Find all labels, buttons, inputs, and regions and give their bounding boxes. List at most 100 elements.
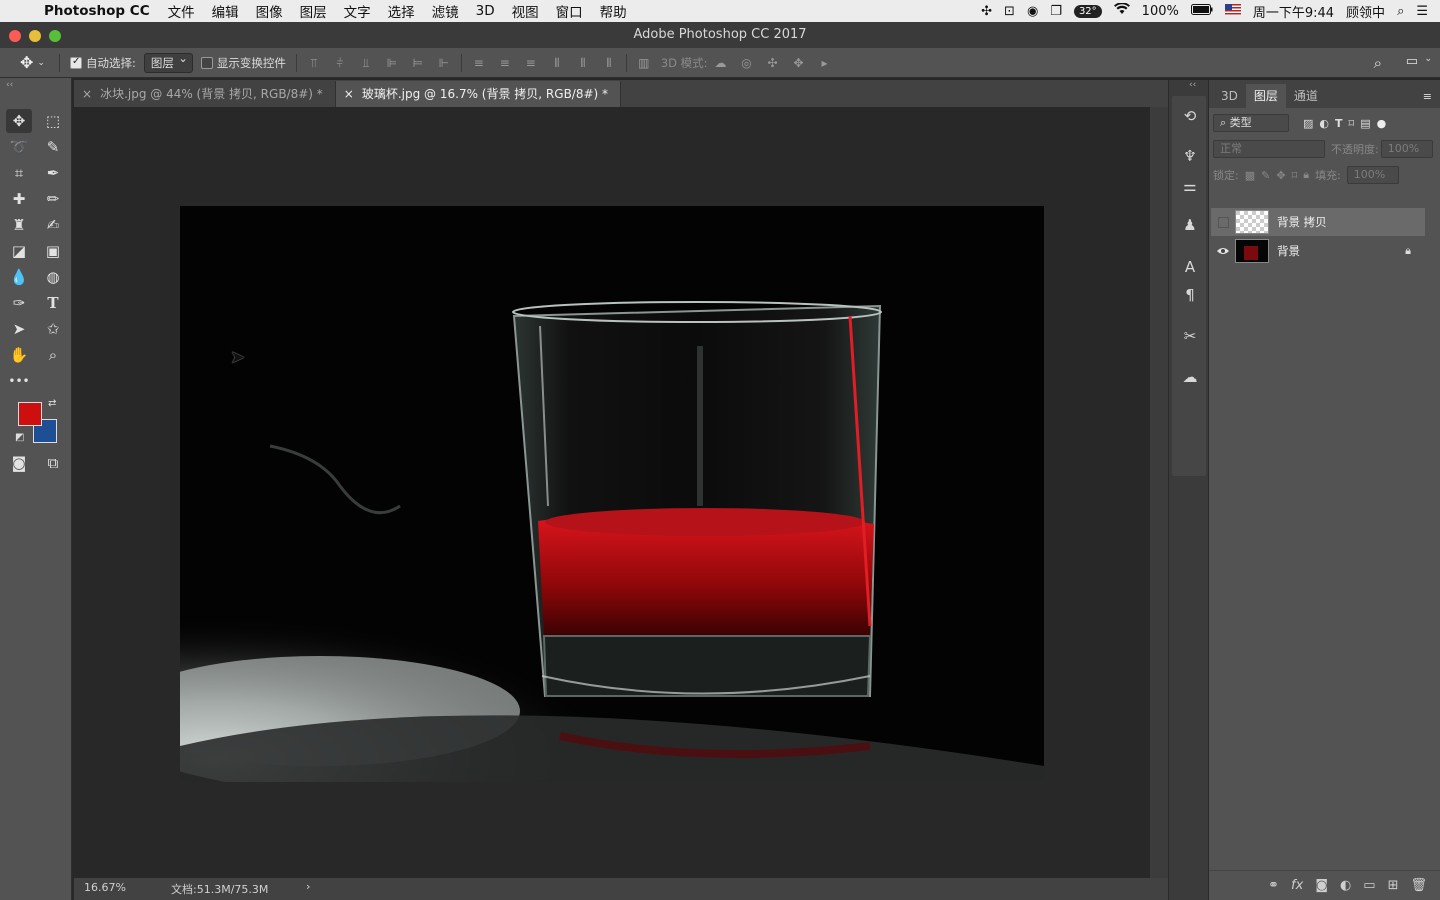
distribute-top-icon[interactable]: ≡ <box>472 56 486 70</box>
auto-align-icon[interactable]: ▥ <box>637 56 651 70</box>
adjustment-layer-icon[interactable]: ◐ <box>1340 878 1351 893</box>
blur-tool-icon[interactable]: 💧 <box>6 265 32 289</box>
menu-select[interactable]: 选择 <box>388 1 415 21</box>
temperature-badge[interactable]: 32° <box>1073 4 1102 18</box>
layer-row-background-copy[interactable]: 背景 拷贝 <box>1211 208 1425 236</box>
crop-tool-icon[interactable]: ⌗ <box>6 161 32 185</box>
tab-ice-jpg[interactable]: × 冰块.jpg @ 44% (背景 拷贝, RGB/8#) * <box>74 81 336 107</box>
filter-shape-icon[interactable]: ⌑ <box>1349 117 1355 130</box>
zoom-level[interactable]: 16.67% <box>84 881 126 894</box>
brush-tool-icon[interactable]: ✏ <box>40 187 66 211</box>
canvas-workspace[interactable]: ➤ <box>74 107 1150 878</box>
filter-smart-object-icon[interactable]: ▤ <box>1360 117 1370 130</box>
opacity-field[interactable]: 100% <box>1380 140 1433 158</box>
status-menu-arrow[interactable]: › <box>306 880 310 893</box>
layer-name[interactable]: 背景 拷贝 <box>1277 214 1327 230</box>
distribute-right-icon[interactable]: ⦀ <box>602 56 616 70</box>
screen-mode-icon[interactable]: ⧉ <box>40 451 66 475</box>
zoom-tool-icon[interactable]: ⌕ <box>40 343 66 367</box>
document-canvas-image[interactable] <box>180 206 1044 782</box>
link-layers-icon[interactable]: ⚭ <box>1268 878 1279 893</box>
marquee-tool-icon[interactable]: ⬚ <box>40 109 66 133</box>
path-selection-tool-icon[interactable]: ➤ <box>6 317 32 341</box>
3d-drag-icon[interactable]: ✣ <box>766 56 780 70</box>
default-colors-icon[interactable]: ◩ <box>15 432 24 443</box>
menu-help[interactable]: 帮助 <box>600 1 627 21</box>
cloud-icon[interactable]: ◉ <box>1027 4 1038 19</box>
window-icon[interactable]: ❐ <box>1050 4 1062 19</box>
align-hcenter-icon[interactable]: ⊨ <box>411 56 425 70</box>
menu-type[interactable]: 文字 <box>344 1 371 21</box>
healing-brush-tool-icon[interactable]: ✚ <box>6 187 32 211</box>
new-group-icon[interactable]: ▭ <box>1363 878 1375 893</box>
lock-all-icon[interactable]: 🔒︎ <box>1303 168 1309 182</box>
align-vcenter-icon[interactable]: ⫩ <box>333 56 347 70</box>
flag-input-icon[interactable] <box>1224 3 1241 19</box>
menu-layer[interactable]: 图层 <box>300 1 327 21</box>
menu-image[interactable]: 图像 <box>256 1 283 21</box>
3d-rotate-icon[interactable]: ☁ <box>714 56 728 70</box>
filter-kind-dropdown[interactable]: ⌕ 类型 <box>1213 114 1289 132</box>
document-size[interactable]: 文档:51.3M/75.3M <box>171 881 268 897</box>
visibility-toggle-off[interactable] <box>1215 212 1231 232</box>
layer-name[interactable]: 背景 <box>1277 243 1300 259</box>
notification-center-icon[interactable]: ☰ <box>1416 4 1428 19</box>
dodge-tool-icon[interactable]: ◍ <box>40 265 66 289</box>
history-brush-tool-icon[interactable]: ✍ <box>40 213 66 237</box>
zoom-window-icon[interactable] <box>49 30 61 42</box>
search-icon[interactable]: ⌕ <box>1374 54 1382 72</box>
brush-settings-icon[interactable]: ♆ <box>1180 146 1200 166</box>
delete-layer-icon[interactable]: 🗑︎ <box>1410 878 1427 893</box>
lock-transparent-icon[interactable]: ▩ <box>1245 169 1255 182</box>
filter-adjustment-icon[interactable]: ◐ <box>1319 117 1329 130</box>
clone-stamp-tool-icon[interactable]: ♜ <box>6 213 32 237</box>
tab-layers[interactable]: 图层 <box>1245 84 1286 108</box>
quick-select-tool-icon[interactable]: ✎ <box>40 135 66 159</box>
pin-icon[interactable]: ✣ <box>981 4 992 19</box>
show-transform-checkbox[interactable] <box>200 56 213 69</box>
minimize-window-icon[interactable] <box>29 30 41 42</box>
align-bottom-icon[interactable]: ⫫ <box>359 56 373 70</box>
clock[interactable]: 周一下午9:44 <box>1253 2 1334 21</box>
history-panel-icon[interactable]: ⟲ <box>1180 106 1200 126</box>
wifi-icon[interactable] <box>1113 2 1130 19</box>
align-left-icon[interactable]: ⊫ <box>385 56 399 70</box>
eraser-tool-icon[interactable]: ◪ <box>6 239 32 263</box>
tool-presets-icon[interactable]: ✂ <box>1180 326 1200 346</box>
spotlight-search-icon[interactable]: ⌕ <box>1397 4 1404 19</box>
workspace-switcher-icon[interactable]: ▭ <box>1406 54 1418 69</box>
filter-type-icon[interactable]: T <box>1335 117 1343 130</box>
filter-pixel-icon[interactable]: ▨ <box>1303 117 1313 130</box>
menu-edit[interactable]: 编辑 <box>212 1 239 21</box>
align-right-icon[interactable]: ⊩ <box>437 56 451 70</box>
swap-colors-icon[interactable]: ⇄ <box>48 398 56 409</box>
filter-toggle-icon[interactable]: ● <box>1377 117 1387 130</box>
type-tool-icon[interactable]: T <box>40 291 66 315</box>
tab-channels[interactable]: 通道 <box>1286 84 1326 108</box>
libraries-icon[interactable]: ☁ <box>1180 367 1200 387</box>
layer-row-background[interactable]: 背景 🔒︎ <box>1211 237 1425 265</box>
close-window-icon[interactable] <box>9 30 21 42</box>
layer-style-icon[interactable]: fx <box>1291 878 1303 893</box>
move-tool-preset-icon[interactable]: ✥ <box>20 53 33 72</box>
quick-mask-icon[interactable]: ◙ <box>6 451 32 475</box>
menu-3d[interactable]: 3D <box>476 3 495 19</box>
menu-view[interactable]: 视图 <box>512 1 539 21</box>
clone-source-icon[interactable]: ♟ <box>1180 215 1200 235</box>
screen-capture-icon[interactable]: ⊡ <box>1004 4 1015 19</box>
move-tool-icon[interactable]: ✥ <box>6 109 32 133</box>
lasso-tool-icon[interactable]: ➰ <box>6 135 32 159</box>
chevron-down-icon[interactable]: ⌄ <box>1424 54 1432 64</box>
auto-select-checkbox[interactable] <box>69 56 82 69</box>
align-top-icon[interactable]: ⫪ <box>307 56 321 70</box>
character-panel-icon[interactable]: A <box>1180 257 1200 277</box>
gradient-tool-icon[interactable]: ▣ <box>40 239 66 263</box>
close-tab-icon[interactable]: × <box>344 81 354 107</box>
distribute-left-icon[interactable]: ⦀ <box>550 56 564 70</box>
menu-filter[interactable]: 滤镜 <box>432 1 459 21</box>
3d-slide-icon[interactable]: ✥ <box>792 56 806 70</box>
eyedropper-tool-icon[interactable]: ✒ <box>40 161 66 185</box>
custom-shape-tool-icon[interactable]: ✩ <box>40 317 66 341</box>
tab-glass-jpg[interactable]: × 玻璃杯.jpg @ 16.7% (背景 拷贝, RGB/8#) * <box>335 81 622 107</box>
hand-tool-icon[interactable]: ✋ <box>6 343 32 367</box>
